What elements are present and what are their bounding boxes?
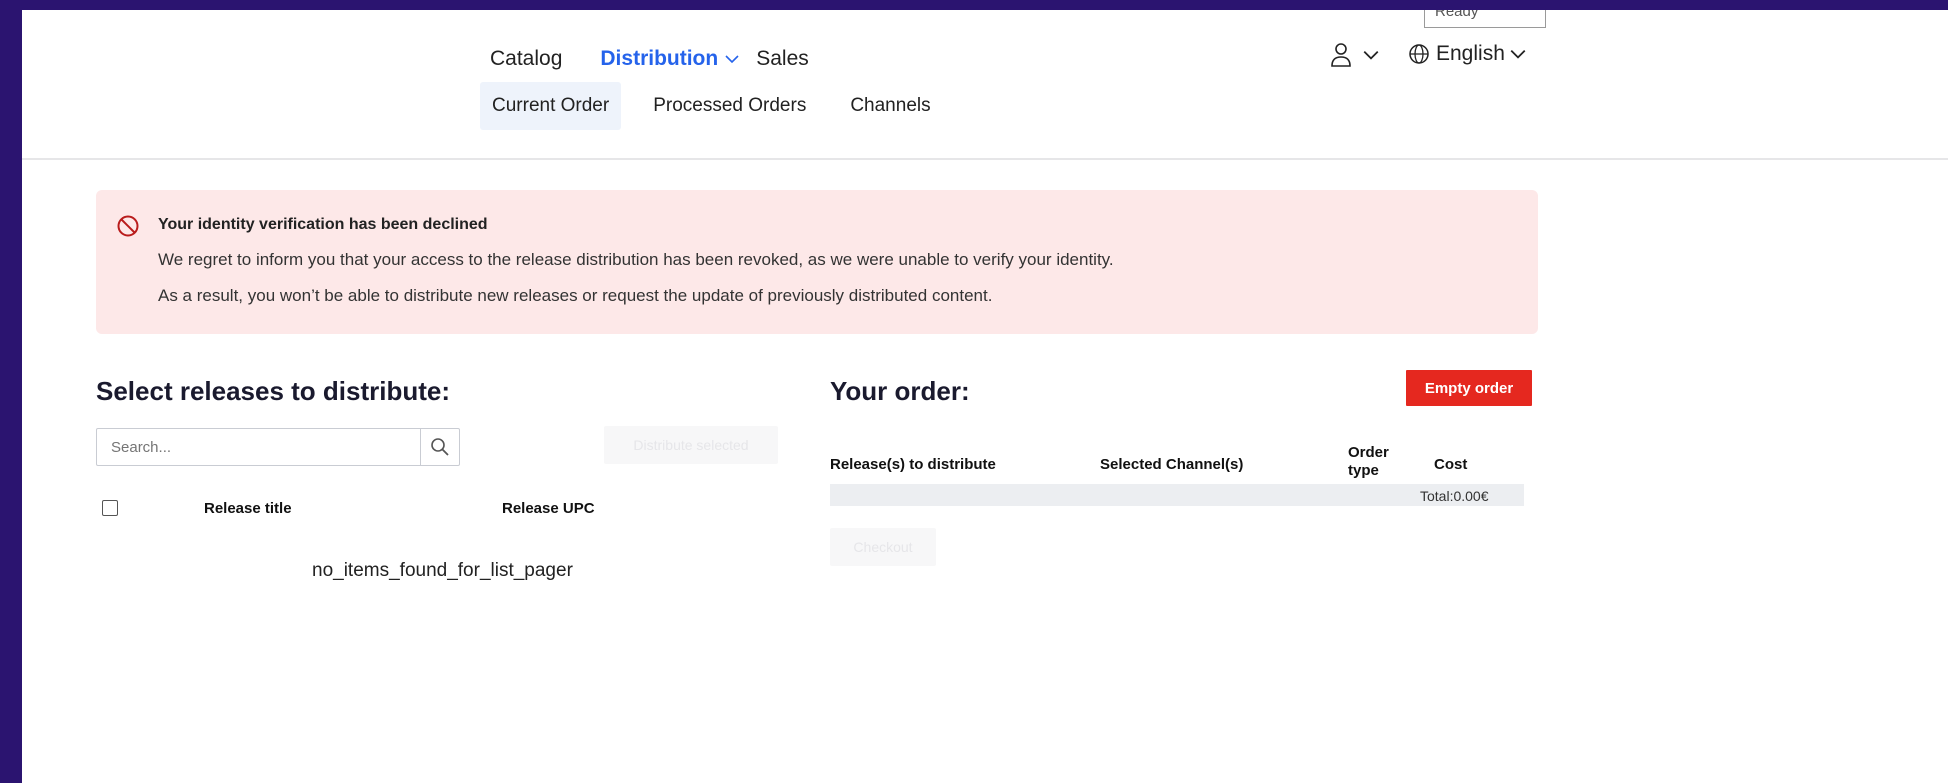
tab-channels[interactable]: Channels (838, 82, 942, 130)
order-heading: Your order: (830, 376, 970, 406)
alert-message-line-2: As a result, you won’t be able to distri… (158, 286, 993, 305)
user-icon (1331, 43, 1351, 67)
order-total: Total:0.00€ (1420, 488, 1489, 504)
release-search (96, 428, 460, 466)
top-header: Ready Catalog Distribution Sales Current… (22, 10, 1948, 160)
order-cost-header: Cost (1434, 456, 1468, 473)
chevron-down-icon (725, 55, 739, 64)
user-menu[interactable] (1330, 42, 1380, 68)
nav-distribution-label: Distribution (600, 47, 719, 70)
search-button[interactable] (419, 429, 459, 465)
globe-icon (1409, 44, 1429, 64)
empty-order-button[interactable]: Empty order (1406, 370, 1532, 406)
nav-catalog[interactable]: Catalog (490, 47, 562, 71)
release-upc-header: Release UPC (502, 500, 595, 517)
order-type-header-1: Order (1348, 444, 1389, 461)
tab-current-order[interactable]: Current Order (480, 82, 622, 130)
alert-title: Your identity verification has been decl… (158, 216, 488, 233)
prohibited-icon (117, 215, 139, 237)
order-type-header-2: type (1348, 462, 1379, 479)
search-icon (431, 438, 449, 456)
chevron-down-icon (1510, 49, 1526, 59)
empty-list-message: no_items_found_for_list_pager (312, 560, 573, 581)
identity-declined-alert: Your identity verification has been decl… (96, 190, 1538, 334)
alert-message-line-1: We regret to inform you that your access… (158, 250, 1114, 269)
language-label: English (1436, 42, 1505, 65)
status-box: Ready (1424, 10, 1546, 28)
nav-sales[interactable]: Sales (756, 47, 809, 71)
app-page: Ready Catalog Distribution Sales Current… (22, 10, 1948, 783)
order-channels-header: Selected Channel(s) (1100, 456, 1244, 473)
distribute-selected-button[interactable]: Distribute selected (604, 426, 778, 464)
tab-processed-orders[interactable]: Processed Orders (641, 82, 818, 130)
chevron-down-icon (1363, 50, 1379, 60)
order-release-header: Release(s) to distribute (830, 456, 996, 473)
release-title-header: Release title (204, 500, 292, 517)
select-all-checkbox[interactable] (102, 500, 118, 516)
nav-distribution[interactable]: Distribution (600, 47, 740, 71)
checkout-button[interactable]: Checkout (830, 528, 936, 566)
main-nav: Catalog Distribution Sales (490, 44, 847, 74)
releases-heading: Select releases to distribute: (96, 376, 451, 406)
sub-nav: Current Order Processed Orders Channels (480, 82, 963, 130)
language-menu[interactable]: English (1408, 42, 1527, 66)
search-input[interactable] (97, 429, 420, 465)
